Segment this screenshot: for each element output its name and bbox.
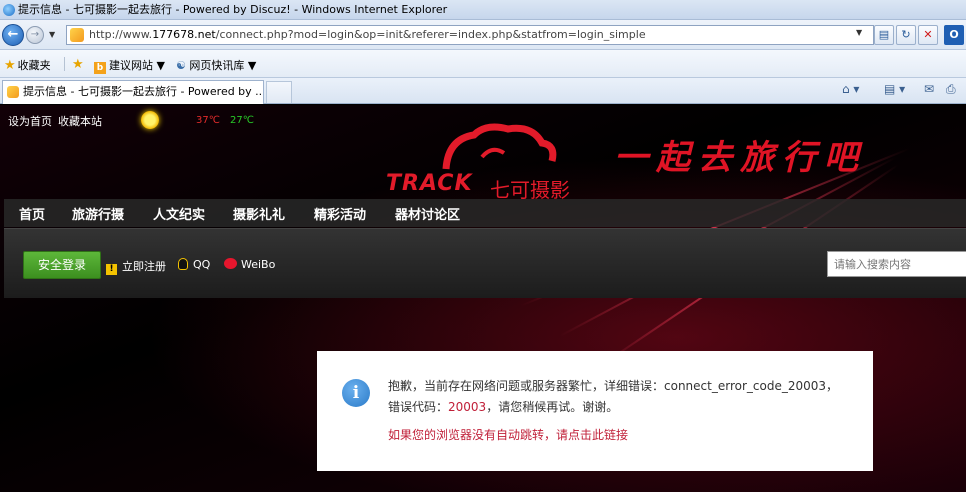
top-links: 设为首页 收藏本站 — [8, 113, 108, 129]
refresh-button[interactable]: ↻ — [896, 25, 916, 45]
compatibility-view-button[interactable]: ▤ — [874, 25, 894, 45]
window-titlebar: 提示信息 - 七可摄影一起去旅行 - Powered by Discuz! - … — [0, 0, 966, 20]
favorites-label: 收藏夹 — [17, 59, 51, 72]
bing-icon: b — [94, 62, 106, 74]
tab-bar: 提示信息 - 七可摄影一起去旅行 - Powered by ... ⌂ ▾ ▤ … — [0, 78, 966, 104]
error-code-suffix: ，请您稍候再试。谢谢。 — [486, 400, 619, 414]
info-icon: i — [342, 379, 370, 407]
web-slice-label: 网页快讯库 ▼ — [189, 59, 257, 72]
main-nav: 首页 旅游行摄 人文纪实 摄影礼礼 精彩活动 器材讨论区 — [4, 199, 966, 227]
logo-text: TRACK — [386, 171, 473, 196]
set-homepage-link[interactable]: 设为首页 — [8, 115, 52, 128]
qq-icon — [178, 258, 188, 270]
message-dialog: i 抱歉，当前存在网络问题或服务器繁忙，详细错误：connect_error_c… — [317, 351, 873, 471]
recent-pages-dropdown-icon[interactable]: ▼ — [49, 30, 55, 39]
feeds-icon[interactable]: ▤ ▾ — [884, 82, 905, 96]
nav-documentary[interactable]: 人文纪实 — [153, 204, 205, 223]
qq-login-link[interactable]: QQ — [178, 258, 210, 271]
nav-events[interactable]: 精彩活动 — [314, 204, 366, 223]
web-slice-icon: ☯ — [176, 59, 186, 72]
new-tab-button[interactable] — [266, 81, 292, 103]
site-slogan: 一起去旅行吧 — [614, 138, 866, 178]
url-prefix: http://www. — [89, 28, 153, 41]
outlook-icon[interactable]: O — [944, 25, 964, 45]
forward-button[interactable]: → — [26, 26, 44, 44]
ie-icon — [3, 4, 15, 16]
nav-equipment[interactable]: 器材讨论区 — [395, 204, 460, 223]
mail-icon[interactable]: ✉ — [924, 82, 934, 96]
bookmark-site-link[interactable]: 收藏本站 — [58, 115, 102, 128]
nav-travel[interactable]: 旅游行摄 — [72, 204, 124, 223]
tab-active[interactable]: 提示信息 - 七可摄影一起去旅行 - Powered by ... — [2, 80, 264, 104]
site-favicon-icon — [70, 28, 84, 42]
add-favorite-button[interactable]: ★ — [72, 57, 86, 72]
site-logo[interactable]: TRACK 七可摄影 — [386, 119, 616, 202]
url-host: 177678.net — [152, 28, 216, 41]
nav-home[interactable]: 首页 — [19, 204, 45, 223]
weibo-login-link[interactable]: WeiBo — [224, 258, 275, 271]
address-toolbar: ← → ▼ http://www.177678.net/connect.php?… — [0, 20, 966, 50]
error-code-line: 错误代码：20003，请您稍候再试。谢谢。 — [388, 398, 618, 415]
login-bar: 安全登录 ! 立即注册 QQ WeiBo — [4, 228, 966, 298]
favorites-button[interactable]: ★ 收藏夹 — [4, 57, 51, 73]
error-code: 20003 — [448, 400, 487, 414]
register-link[interactable]: ! 立即注册 — [106, 258, 166, 275]
weibo-icon — [224, 258, 237, 269]
search-input[interactable] — [827, 251, 966, 277]
suggested-sites-label: 建议网站 ▼ — [109, 59, 165, 72]
print-icon[interactable]: ⎙ — [946, 82, 956, 97]
redirect-link[interactable]: 如果您的浏览器没有自动跳转，请点击此链接 — [388, 426, 628, 443]
tab-favicon-icon — [7, 86, 19, 98]
cloud-logo-icon — [442, 123, 557, 170]
url-path: /connect.php?mod=login&op=init&referer=i… — [215, 28, 646, 41]
register-icon: ! — [106, 264, 117, 275]
nav-photography[interactable]: 摄影礼礼 — [233, 204, 285, 223]
address-input[interactable]: http://www.177678.net/connect.php?mod=lo… — [66, 25, 874, 45]
stop-button[interactable]: ✕ — [918, 25, 938, 45]
temperature-high: 37℃ — [196, 115, 220, 126]
register-label: 立即注册 — [122, 260, 166, 273]
temperature-low: 27℃ — [230, 115, 254, 126]
weibo-label: WeiBo — [241, 258, 276, 271]
error-message: 抱歉，当前存在网络问题或服务器繁忙，详细错误：connect_error_cod… — [388, 379, 839, 393]
address-dropdown-icon[interactable]: ▼ — [856, 28, 862, 37]
window-title: 提示信息 - 七可摄影一起去旅行 - Powered by Discuz! - … — [18, 3, 448, 16]
page-content: 设为首页 收藏本站 37℃ 27℃ TRACK 七可摄影 一起去旅行吧 首页 旅游… — [0, 105, 966, 492]
tab-label: 提示信息 - 七可摄影一起去旅行 - Powered by ... — [23, 85, 264, 98]
divider — [64, 57, 65, 71]
favorites-bar: ★ 收藏夹 ★ b 建议网站 ▼ ☯ 网页快讯库 ▼ — [0, 50, 966, 78]
secure-login-button[interactable]: 安全登录 — [23, 251, 101, 279]
home-icon[interactable]: ⌂ ▾ — [842, 82, 859, 96]
back-button[interactable]: ← — [2, 24, 24, 46]
sun-icon — [141, 111, 159, 129]
qq-label: QQ — [193, 258, 211, 271]
add-favorite-icon: ★ — [72, 57, 84, 72]
error-code-prefix: 错误代码： — [388, 400, 449, 414]
star-icon: ★ — [4, 58, 16, 73]
web-slice-button[interactable]: ☯ 网页快讯库 ▼ — [176, 57, 256, 73]
suggested-sites-button[interactable]: b 建议网站 ▼ — [94, 57, 165, 74]
